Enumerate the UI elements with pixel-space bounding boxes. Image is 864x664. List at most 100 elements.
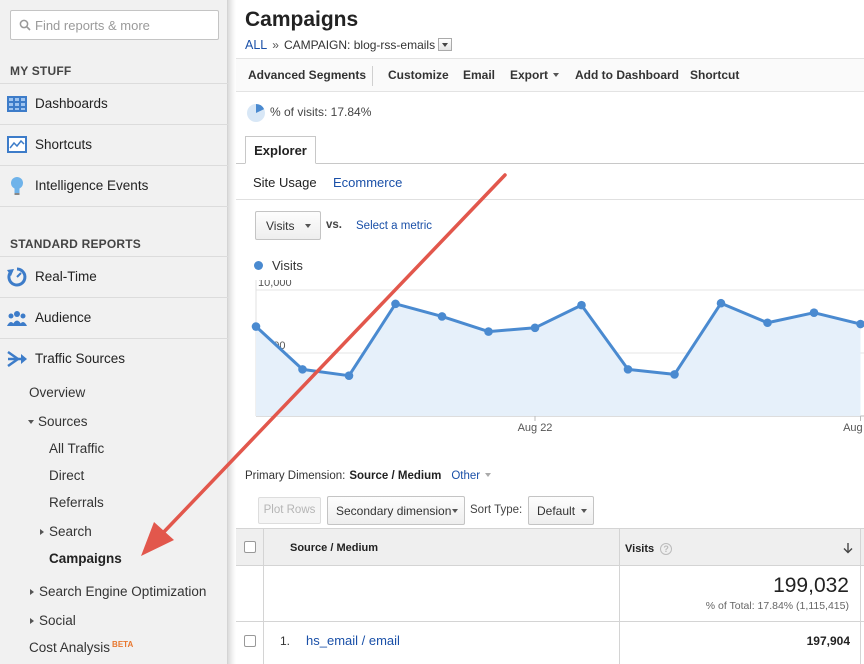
beta-badge: BETA xyxy=(112,640,134,649)
sidebar-item-audience[interactable]: Audience xyxy=(0,297,228,338)
sidebar-item-label: Cost Analysis xyxy=(29,640,111,655)
tab-site-usage[interactable]: Site Usage xyxy=(253,175,317,190)
search-icon xyxy=(19,19,31,31)
sidebar-item-direct[interactable]: Direct xyxy=(49,468,84,483)
sort-descending-arrow-icon[interactable] xyxy=(843,542,853,554)
chevron-down-icon xyxy=(305,224,311,228)
total-visits-percent: % of Total: 17.84% (1,115,415) xyxy=(705,600,849,612)
column-divider xyxy=(619,566,620,622)
realtime-icon xyxy=(7,267,27,287)
help-icon[interactable]: ? xyxy=(660,543,673,555)
column-divider xyxy=(619,622,620,664)
select-all-checkbox[interactable] xyxy=(244,541,256,553)
table-header: Source / Medium Visits? xyxy=(236,528,864,567)
advanced-segments-button[interactable]: Advanced Segments xyxy=(248,68,366,82)
segment-pie-icon xyxy=(247,104,265,122)
data-point xyxy=(577,300,586,310)
chevron-down-icon xyxy=(581,509,587,513)
audience-people-icon xyxy=(7,311,27,326)
other-dimension-link[interactable]: Other xyxy=(451,470,492,482)
sidebar-item-sources[interactable]: Sources xyxy=(28,414,88,429)
export-button[interactable]: Export xyxy=(510,68,560,82)
primary-dimension-label: Primary Dimension: xyxy=(245,470,346,482)
column-divider xyxy=(263,622,264,664)
sidebar-item-seo[interactable]: Search Engine Optimization xyxy=(30,584,206,599)
secondary-dimension-select[interactable]: Secondary dimension xyxy=(327,496,465,525)
column-divider xyxy=(860,622,861,664)
visits-header-label: Visits xyxy=(625,543,655,555)
breadcrumb: ALL » CAMPAIGN: blog-rss-emails xyxy=(245,38,453,52)
primary-dimension-value[interactable]: Source / Medium xyxy=(349,470,441,482)
lightbulb-icon xyxy=(11,177,23,195)
search-box[interactable] xyxy=(10,10,219,40)
sidebar-item-search[interactable]: Search xyxy=(40,524,92,539)
sidebar-item-label: Shortcuts xyxy=(35,137,93,152)
sidebar: MY STUFF Dashboards Shortcuts Int xyxy=(0,0,228,664)
sidebar-item-campaigns[interactable]: Campaigns xyxy=(49,551,122,566)
chevron-down-icon xyxy=(452,509,458,513)
other-label: Other xyxy=(451,470,481,482)
shortcut-button[interactable]: Shortcut xyxy=(690,68,739,82)
metric-select[interactable]: Visits xyxy=(255,211,321,240)
data-point xyxy=(716,298,726,308)
table-row: 1. hs_email / email 197,904 xyxy=(236,622,864,664)
sidebar-shadow xyxy=(228,0,236,664)
sidebar-item-referrals[interactable]: Referrals xyxy=(49,495,104,510)
column-header-visits[interactable]: Visits? xyxy=(625,543,673,555)
data-point xyxy=(344,371,354,380)
breadcrumb-all-link[interactable]: ALL xyxy=(245,38,267,52)
chevron-down-icon xyxy=(485,473,492,477)
legend-marker xyxy=(254,261,263,270)
toolbar-divider xyxy=(372,66,373,86)
data-point xyxy=(530,323,540,333)
sidebar-item-label: Intelligence Events xyxy=(35,178,149,193)
sidebar-item-label: Real-Time xyxy=(35,269,97,284)
primary-dimension-bar: Primary Dimension: Source / Medium Other xyxy=(245,470,492,482)
row-source-link[interactable]: hs_email / email xyxy=(306,633,400,648)
sidebar-item-dashboards[interactable]: Dashboards xyxy=(0,83,228,124)
data-point xyxy=(484,327,493,336)
tab-ecommerce[interactable]: Ecommerce xyxy=(333,175,402,190)
analytics-window: MY STUFF Dashboards Shortcuts Int xyxy=(0,0,864,664)
legend-label: Visits xyxy=(272,258,303,273)
vs-label: vs. xyxy=(326,219,342,231)
caret-down-icon xyxy=(28,420,34,424)
row-visits-value: 197,904 xyxy=(806,634,850,648)
data-point xyxy=(251,322,261,331)
customize-button[interactable]: Customize xyxy=(388,68,449,82)
sidebar-item-all-traffic[interactable]: All Traffic xyxy=(49,441,104,456)
export-label: Export xyxy=(510,68,549,82)
search-input[interactable] xyxy=(35,16,215,34)
sidebar-item-real-time[interactable]: Real-Time xyxy=(0,256,228,297)
sidebar-item-intelligence-events[interactable]: Intelligence Events xyxy=(0,165,228,206)
email-button[interactable]: Email xyxy=(463,68,495,82)
sidebar-item-overview[interactable]: Overview xyxy=(29,385,85,400)
sidebar-item-label: Traffic Sources xyxy=(35,351,126,366)
caret-right-icon xyxy=(40,529,44,535)
visits-line-chart: 10,0005,000Aug 22Aug 29 xyxy=(251,280,864,434)
sidebar-divider xyxy=(0,206,228,207)
table-totals-row: 199,032 % of Total: 17.84% (1,115,415) xyxy=(236,566,864,622)
sidebar-item-shortcuts[interactable]: Shortcuts xyxy=(0,124,228,165)
row-checkbox[interactable] xyxy=(244,635,256,647)
sidebar-item-label: Search Engine Optimization xyxy=(39,584,207,599)
column-divider xyxy=(860,566,861,622)
select-metric-link[interactable]: Select a metric xyxy=(356,220,432,232)
sort-type-select[interactable]: Default xyxy=(528,496,594,525)
sidebar-item-label: Social xyxy=(39,613,76,628)
plot-rows-button[interactable]: Plot Rows xyxy=(258,497,321,524)
sidebar-item-social[interactable]: Social xyxy=(30,613,76,628)
segment-percent-label: % of visits: 17.84% xyxy=(270,105,372,119)
data-point xyxy=(763,318,772,328)
add-to-dashboard-button[interactable]: Add to Dashboard xyxy=(575,68,679,82)
sidebar-item-traffic-sources[interactable]: Traffic Sources xyxy=(0,338,228,379)
x-tick-label: Aug 22 xyxy=(518,422,553,434)
data-point xyxy=(391,299,400,309)
column-header-source[interactable]: Source / Medium xyxy=(290,542,378,554)
sidebar-item-cost-analysis[interactable]: Cost Analysis BETA xyxy=(29,640,133,655)
breadcrumb-separator: » xyxy=(272,38,279,52)
page-title: Campaigns xyxy=(245,8,359,31)
sidebar-item-label: Audience xyxy=(35,310,92,325)
campaign-dropdown-button[interactable] xyxy=(438,38,453,51)
tab-explorer[interactable]: Explorer xyxy=(245,136,316,164)
